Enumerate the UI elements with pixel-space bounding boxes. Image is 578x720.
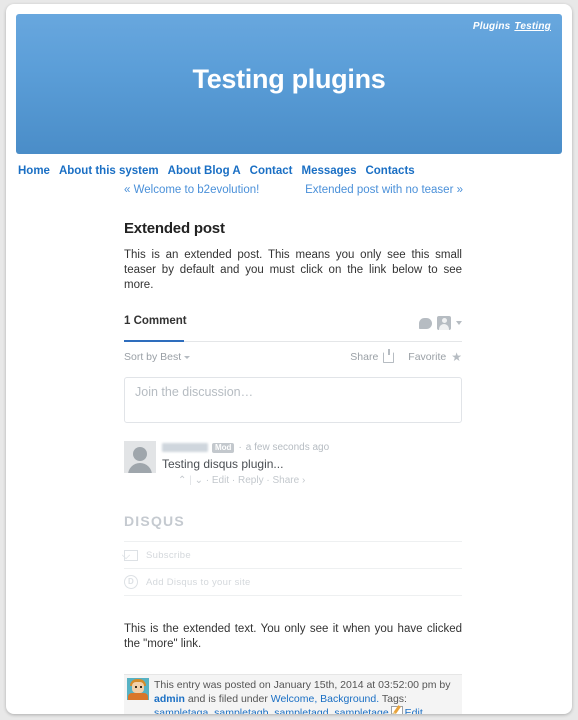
disqus-tabs: 1 Comment: [124, 315, 462, 342]
site-banner: Plugins Testing Testing plugins: [16, 14, 562, 154]
subscribe-label: Subscribe: [146, 549, 191, 561]
chevron-down-icon[interactable]: [456, 321, 462, 325]
downvote-icon[interactable]: ⌄: [195, 475, 203, 486]
edit-pencil-icon[interactable]: [390, 705, 403, 714]
meta-category-background[interactable]: Background.: [320, 693, 379, 705]
reply-comment-button[interactable]: Reply: [238, 475, 264, 486]
post-teaser-text: This is an extended post. This means you…: [124, 249, 462, 291]
comment-author-name[interactable]: [162, 443, 208, 452]
edit-comment-button[interactable]: Edit: [212, 475, 229, 486]
action-dot-2: ·: [231, 475, 236, 486]
nav-item-contact[interactable]: Contact: [250, 165, 293, 177]
comment-actions: ⌃ | ⌄ · Edit · Reply · Share ›: [162, 474, 462, 487]
meta-tag-sampletage[interactable]: sampletage: [334, 707, 388, 714]
tab-comments[interactable]: 1 Comment: [124, 315, 187, 327]
share-favorite-group: Share Favorite ★: [350, 348, 462, 363]
user-avatar-icon[interactable]: [437, 316, 451, 330]
star-icon[interactable]: ★: [451, 351, 462, 363]
upvote-icon[interactable]: ⌃: [178, 475, 186, 486]
breadcrumb: Plugins Testing: [473, 21, 551, 32]
sort-dropdown[interactable]: Sort by Best: [124, 351, 191, 363]
meta-author-link[interactable]: admin: [154, 693, 185, 705]
meta-separator: ·: [238, 442, 242, 453]
chevron-down-icon: [184, 355, 191, 359]
disqus-logo: DISQUS: [124, 513, 462, 542]
disqus-thread: 1 Comment Sort by Best Share Favorite ★: [124, 315, 462, 596]
meta-tag-sampletagd[interactable]: sampletagd,: [274, 707, 331, 714]
meta-text-1: This entry was posted on January 15th, 2…: [154, 679, 451, 691]
action-dot-1: ·: [205, 475, 210, 486]
comment-input[interactable]: Join the discussion…: [124, 377, 462, 423]
comment-bubble-icon[interactable]: [419, 317, 432, 329]
share-button[interactable]: Share: [350, 351, 378, 363]
meta-text-2: and is filed under: [187, 692, 268, 705]
breadcrumb-parent[interactable]: Plugins: [473, 21, 511, 32]
sort-label: Sort by Best: [124, 351, 182, 363]
moderator-badge: Mod: [212, 442, 235, 453]
disqus-header-icons: [419, 316, 462, 330]
post-extended-text: This is the extended text. You only see …: [124, 623, 462, 650]
post-title: Extended post: [124, 220, 225, 237]
nav-item-messages[interactable]: Messages: [301, 165, 356, 177]
disqus-sort-row: Sort by Best Share Favorite ★: [124, 348, 462, 372]
disqus-footer: DISQUS Subscribe D Add Disqus to your si…: [124, 513, 462, 596]
meta-tag-sampletaga[interactable]: sampletaga,: [154, 707, 211, 714]
share-icon[interactable]: [383, 348, 395, 363]
tab-active-underline: [124, 340, 184, 342]
page-title: Testing plugins: [192, 64, 386, 94]
post-content: Extended post This is an extended post. …: [124, 220, 462, 714]
envelope-icon: [124, 549, 138, 561]
post-meta-footer: This entry was posted on January 15th, 2…: [124, 674, 462, 714]
meta-tags-label: Tags:: [381, 692, 407, 705]
main-navigation: Home About this system About Blog A Contact…: [6, 154, 572, 178]
avatar: [124, 441, 156, 473]
prev-post-link[interactable]: « Welcome to b2evolution!: [124, 184, 259, 196]
meta-edit-link[interactable]: Edit...: [405, 707, 432, 714]
meta-tag-sampletagb[interactable]: sampletagb,: [214, 707, 271, 714]
breadcrumb-current[interactable]: Testing: [514, 21, 551, 32]
comment-meta: Mod · a few seconds ago: [162, 441, 462, 454]
favorite-button[interactable]: Favorite: [408, 351, 446, 363]
add-disqus-label: Add Disqus to your site: [146, 576, 251, 588]
meta-category-welcome[interactable]: Welcome,: [271, 693, 318, 705]
share-comment-button[interactable]: Share ›: [272, 475, 305, 486]
nav-item-about-this-system[interactable]: About this system: [59, 165, 159, 177]
nav-item-about-blog-a[interactable]: About Blog A: [168, 165, 241, 177]
post-navigation: « Welcome to b2evolution! Extended post …: [18, 184, 560, 206]
nav-item-home[interactable]: Home: [18, 165, 50, 177]
comment-timestamp[interactable]: a few seconds ago: [246, 441, 329, 454]
next-post-link[interactable]: Extended post with no teaser »: [305, 184, 463, 196]
comment-body: Testing disqus plugin...: [162, 457, 284, 471]
add-disqus-row[interactable]: D Add Disqus to your site: [124, 569, 462, 596]
comment-item: Mod · a few seconds ago Testing disqus p…: [124, 441, 462, 487]
disqus-d-icon: D: [124, 575, 138, 589]
subscribe-row[interactable]: Subscribe: [124, 542, 462, 569]
action-dot-3: ·: [266, 475, 270, 486]
author-avatar: [127, 678, 149, 700]
action-divider: |: [189, 475, 192, 486]
comment-input-placeholder: Join the discussion…: [135, 385, 254, 399]
nav-item-contacts[interactable]: Contacts: [365, 165, 414, 177]
page-container: Plugins Testing Testing plugins Home About…: [6, 4, 572, 714]
